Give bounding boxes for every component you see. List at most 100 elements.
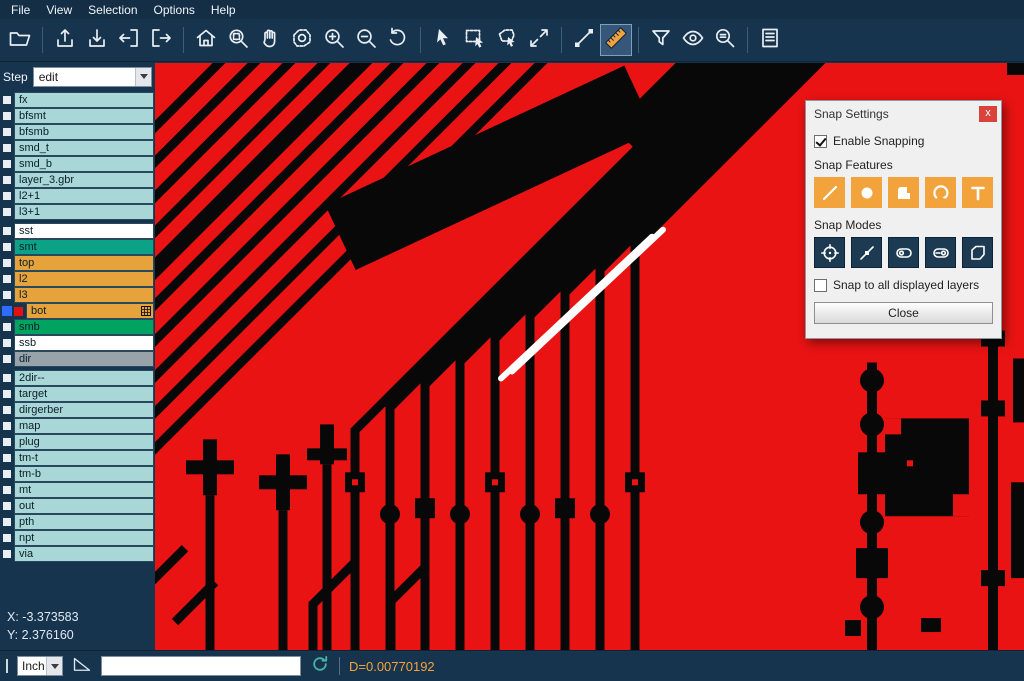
menu-selection[interactable]: Selection — [80, 1, 145, 19]
layer-label[interactable]: bfsmb — [14, 124, 154, 140]
layer-label[interactable]: npt — [14, 530, 154, 546]
active-layer-indicator[interactable] — [2, 306, 12, 316]
unit-select[interactable]: Inch — [17, 656, 63, 676]
layer-row[interactable]: bfsmt — [0, 108, 155, 124]
snap-point-on-line-button[interactable] — [851, 237, 882, 268]
layer-label[interactable]: smt — [14, 239, 154, 255]
dialog-close-icon[interactable]: x — [979, 106, 997, 122]
close-button[interactable]: Close — [814, 302, 993, 324]
layer-row[interactable]: smt — [0, 239, 155, 255]
layer-label[interactable]: via — [14, 546, 154, 562]
layer-visibility-checkbox[interactable] — [3, 470, 11, 478]
layer-row[interactable]: bfsmb — [0, 124, 155, 140]
snap-pad-button[interactable] — [851, 177, 882, 208]
layer-label[interactable]: map — [14, 418, 154, 434]
layer-row[interactable]: l2 — [0, 271, 155, 287]
layer-row[interactable]: via — [0, 546, 155, 562]
report-button[interactable] — [754, 24, 786, 56]
layer-label[interactable]: l3 — [14, 287, 154, 303]
pan-button[interactable] — [254, 24, 286, 56]
layer-row[interactable]: mt — [0, 482, 155, 498]
chevron-down-icon[interactable] — [135, 68, 151, 86]
layer-visibility-checkbox[interactable] — [3, 128, 11, 136]
layer-label[interactable]: bot — [26, 303, 154, 319]
layer-label[interactable]: l2 — [14, 271, 154, 287]
layer-row[interactable]: layer_3.gbr — [0, 172, 155, 188]
layer-label[interactable]: ssb — [14, 335, 154, 351]
layer-label[interactable]: dirgerber — [14, 402, 154, 418]
snap-slot-button[interactable] — [888, 237, 919, 268]
layer-visibility-checkbox[interactable] — [3, 390, 11, 398]
layer-label[interactable]: target — [14, 386, 154, 402]
layer-row[interactable]: smb — [0, 319, 155, 335]
layer-row[interactable]: plug — [0, 434, 155, 450]
layer-label[interactable]: tm-t — [14, 450, 154, 466]
layer-label[interactable]: bfsmt — [14, 108, 154, 124]
layer-visibility-checkbox[interactable] — [3, 208, 11, 216]
menu-file[interactable]: File — [3, 1, 38, 19]
layer-visibility-checkbox[interactable] — [3, 144, 11, 152]
layer-label[interactable]: smd_b — [14, 156, 154, 172]
layer-row[interactable]: tm-t — [0, 450, 155, 466]
enable-snapping-row[interactable]: Enable Snapping — [814, 134, 993, 148]
layer-visibility-checkbox[interactable] — [3, 323, 11, 331]
layer-visibility-checkbox[interactable] — [3, 454, 11, 462]
chevron-down-icon[interactable] — [46, 657, 62, 675]
layer-row[interactable]: smd_b — [0, 156, 155, 172]
layer-label[interactable]: l2+1 — [14, 188, 154, 204]
menu-view[interactable]: View — [38, 1, 80, 19]
layer-row[interactable]: npt — [0, 530, 155, 546]
open-button[interactable] — [4, 24, 36, 56]
layer-visibility-checkbox[interactable] — [3, 160, 11, 168]
layer-label[interactable]: l3+1 — [14, 204, 154, 220]
export-right-button[interactable] — [145, 24, 177, 56]
layer-visibility-checkbox[interactable] — [3, 486, 11, 494]
layer-label[interactable]: out — [14, 498, 154, 514]
layer-row[interactable]: dir — [0, 351, 155, 367]
layer-row[interactable]: ssb — [0, 335, 155, 351]
layer-label[interactable]: sst — [14, 223, 154, 239]
layer-visibility-checkbox[interactable] — [3, 176, 11, 184]
layer-visibility-checkbox[interactable] — [3, 406, 11, 414]
layer-visibility-checkbox[interactable] — [3, 438, 11, 446]
layer-row-active[interactable]: bot — [0, 303, 155, 319]
layer-visibility-checkbox[interactable] — [3, 502, 11, 510]
snap-outline-button[interactable] — [962, 237, 993, 268]
import-left-button[interactable] — [113, 24, 145, 56]
layer-label[interactable]: layer_3.gbr — [14, 172, 154, 188]
layer-row[interactable]: l3 — [0, 287, 155, 303]
layer-row[interactable]: tm-b — [0, 466, 155, 482]
refresh-icon[interactable] — [310, 654, 330, 679]
layer-visibility-checkbox[interactable] — [3, 291, 11, 299]
snap-center-button[interactable] — [814, 237, 845, 268]
find-button[interactable] — [709, 24, 741, 56]
snap-surface-button[interactable] — [888, 177, 919, 208]
dialog-titlebar[interactable]: Snap Settings x — [806, 101, 1001, 126]
display-options-button[interactable] — [677, 24, 709, 56]
zoom-previous-button[interactable] — [382, 24, 414, 56]
enable-snapping-checkbox[interactable] — [814, 135, 827, 148]
layer-visibility-checkbox[interactable] — [3, 374, 11, 382]
snap-text-button[interactable] — [962, 177, 993, 208]
line-tool-button[interactable] — [568, 24, 600, 56]
select-window-button[interactable] — [459, 24, 491, 56]
layer-label[interactable]: 2dir-- — [14, 370, 154, 386]
layer-visibility-checkbox[interactable] — [3, 534, 11, 542]
home-view-button[interactable] — [190, 24, 222, 56]
layer-visibility-checkbox[interactable] — [3, 112, 11, 120]
snap-key-button[interactable] — [925, 237, 956, 268]
layer-visibility-checkbox[interactable] — [3, 422, 11, 430]
layer-label[interactable]: fx — [14, 92, 154, 108]
layer-row[interactable]: sst — [0, 223, 155, 239]
layer-label[interactable]: dir — [14, 351, 154, 367]
layer-row[interactable]: top — [0, 255, 155, 271]
snap-all-layers-row[interactable]: Snap to all displayed layers — [814, 278, 993, 292]
layer-label[interactable]: tm-b — [14, 466, 154, 482]
layer-visibility-checkbox[interactable] — [3, 96, 11, 104]
layer-visibility-checkbox[interactable] — [3, 275, 11, 283]
select-reference-button[interactable] — [523, 24, 555, 56]
layer-visibility-checkbox[interactable] — [3, 243, 11, 251]
layer-visibility-checkbox[interactable] — [3, 550, 11, 558]
measure-tool-button[interactable] — [600, 24, 632, 56]
layer-visibility-checkbox[interactable] — [3, 355, 11, 363]
